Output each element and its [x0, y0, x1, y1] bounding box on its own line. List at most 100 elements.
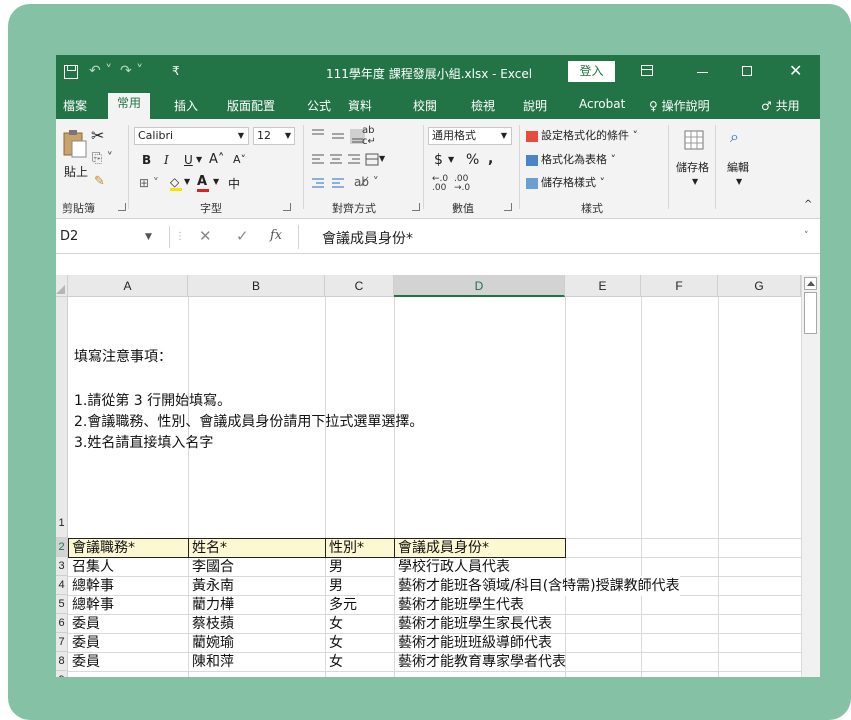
header-cell-member-type[interactable]: 會議成員身份*: [395, 538, 489, 558]
chevron-down-icon[interactable]: ▼: [448, 155, 454, 164]
name-box[interactable]: D2: [56, 226, 170, 248]
sign-in-button[interactable]: 登入: [568, 61, 615, 82]
table-cell[interactable]: 女: [326, 633, 343, 653]
table-cell[interactable]: 委員: [69, 614, 100, 634]
table-cell[interactable]: 藺力樺: [189, 595, 234, 615]
table-cell[interactable]: 黃永南: [189, 576, 234, 596]
maximize-icon[interactable]: [742, 66, 752, 76]
tab-help[interactable]: 說明: [523, 97, 547, 114]
font-size-select[interactable]: 12 ▼: [253, 127, 295, 145]
table-cell[interactable]: 總幹事: [69, 576, 114, 596]
font-launcher-icon[interactable]: [283, 203, 291, 211]
tab-view[interactable]: 檢視: [471, 97, 495, 114]
table-cell[interactable]: 蔡枝蘋: [189, 614, 234, 634]
tab-file[interactable]: 檔案: [63, 97, 87, 114]
tab-data[interactable]: 資料: [348, 97, 372, 114]
row-header-1[interactable]: 1: [56, 297, 68, 538]
wrap-text-icon[interactable]: ab c↵: [362, 125, 376, 147]
grow-font-button[interactable]: A˄: [209, 152, 224, 167]
currency-button[interactable]: $: [434, 152, 443, 168]
table-cell[interactable]: 藝術才能班各領域/科目(含特需)授課教師代表: [395, 576, 680, 596]
fill-color-icon[interactable]: ◇: [170, 175, 182, 191]
increase-decimal-button[interactable]: ←.0.00: [432, 175, 448, 193]
minimize-icon[interactable]: [697, 72, 708, 73]
font-color-icon[interactable]: A: [197, 174, 209, 192]
row-header-7[interactable]: 7: [56, 633, 68, 652]
vertical-scrollbar[interactable]: [801, 275, 820, 677]
table-cell[interactable]: 陳和萍: [189, 652, 234, 672]
tab-insert[interactable]: 插入: [174, 97, 198, 114]
tab-formulas[interactable]: 公式: [307, 97, 331, 114]
header-cell-name[interactable]: 姓名*: [189, 538, 227, 558]
italic-button[interactable]: I: [164, 153, 169, 167]
undo-icon[interactable]: ↶ ˅: [89, 63, 112, 79]
save-icon[interactable]: [64, 65, 78, 79]
percent-button[interactable]: %: [466, 152, 479, 168]
ribbon-display-options-icon[interactable]: [641, 65, 653, 76]
redo-icon[interactable]: ↷ ˅: [120, 63, 143, 79]
column-header-c[interactable]: C: [325, 275, 394, 297]
table-cell[interactable]: 學校行政人員代表: [395, 557, 510, 577]
cancel-icon[interactable]: ✕: [199, 227, 212, 245]
phonetic-guide-icon[interactable]: 中: [228, 175, 240, 192]
row-header-5[interactable]: 5: [56, 595, 68, 614]
tab-acrobat[interactable]: Acrobat: [579, 97, 625, 111]
cut-icon[interactable]: ✂: [91, 126, 104, 145]
chevron-down-icon[interactable]: ▼: [184, 177, 190, 186]
table-cell[interactable]: 委員: [69, 633, 100, 653]
copy-icon[interactable]: ⎘ ˅: [92, 151, 113, 166]
table-cell[interactable]: 總幹事: [69, 595, 114, 615]
header-cell-gender[interactable]: 性別*: [326, 538, 364, 558]
header-cell-role[interactable]: 會議職務*: [69, 538, 135, 558]
table-cell[interactable]: 男: [326, 576, 343, 596]
table-cell[interactable]: 藝術才能班班級導師代表: [395, 633, 552, 653]
quick-access-menu-icon[interactable]: ₹: [172, 64, 180, 78]
chevron-down-icon[interactable]: ▼: [736, 177, 742, 186]
alignment-launcher-icon[interactable]: [412, 203, 420, 211]
table-cell[interactable]: 委員: [69, 652, 100, 672]
column-header-b[interactable]: B: [188, 275, 325, 297]
row-header-9[interactable]: 9: [56, 671, 68, 677]
chevron-down-icon[interactable]: ▼: [213, 177, 219, 186]
chevron-down-icon[interactable]: ▼: [196, 155, 202, 164]
row-header-8[interactable]: 8: [56, 652, 68, 671]
tab-page-layout[interactable]: 版面配置: [227, 97, 275, 114]
column-header-g[interactable]: G: [718, 275, 801, 297]
table-cell[interactable]: 男: [326, 557, 343, 577]
chevron-down-icon[interactable]: ▼: [692, 177, 698, 186]
decrease-decimal-button[interactable]: .00 →.0: [454, 175, 470, 193]
orientation-icon[interactable]: ab̸ ˅: [354, 175, 379, 189]
tab-home[interactable]: 常用: [108, 93, 151, 119]
shrink-font-button[interactable]: A˅: [233, 153, 246, 166]
number-launcher-icon[interactable]: [504, 203, 512, 211]
enter-icon[interactable]: ✓: [236, 227, 249, 245]
table-cell[interactable]: 女: [326, 652, 343, 672]
borders-icon[interactable]: ⊞ ˅: [139, 176, 159, 190]
tab-review[interactable]: 校閱: [413, 97, 437, 114]
search-icon[interactable]: ⌕: [730, 127, 739, 147]
table-cell[interactable]: 女: [326, 614, 343, 634]
table-cell[interactable]: 藺婉瑜: [189, 633, 234, 653]
insert-function-icon[interactable]: fx: [270, 228, 282, 243]
row-header-6[interactable]: 6: [56, 614, 68, 633]
select-all-button[interactable]: [56, 275, 68, 297]
horizontal-align-icons[interactable]: [310, 153, 390, 167]
close-icon[interactable]: ✕: [789, 61, 802, 80]
row-header-2[interactable]: 2: [56, 538, 68, 557]
column-header-a[interactable]: A: [68, 275, 188, 297]
share-button[interactable]: ♂ 共用: [761, 97, 800, 114]
number-format-select[interactable]: 通用格式 ▼: [428, 127, 512, 145]
column-header-e[interactable]: E: [565, 275, 641, 297]
table-cell[interactable]: 藝術才能班學生家長代表: [395, 614, 552, 634]
cells-button-label[interactable]: 儲存格: [676, 159, 709, 175]
cell-styles-button[interactable]: 儲存格樣式 ˅: [526, 174, 605, 190]
format-painter-icon[interactable]: ✎: [94, 174, 105, 189]
conditional-formatting-button[interactable]: 設定格式化的條件 ˅: [526, 127, 638, 143]
format-as-table-button[interactable]: 格式化為表格 ˅: [526, 151, 616, 167]
bold-button[interactable]: B: [142, 153, 151, 167]
table-cell[interactable]: 多元: [326, 595, 357, 615]
table-cell[interactable]: 藝術才能教育專家學者代表: [395, 652, 566, 672]
chevron-down-icon[interactable]: ▼: [145, 232, 152, 242]
cells-icon[interactable]: [683, 129, 705, 151]
tell-me-search[interactable]: ♀ 操作說明: [649, 97, 710, 114]
